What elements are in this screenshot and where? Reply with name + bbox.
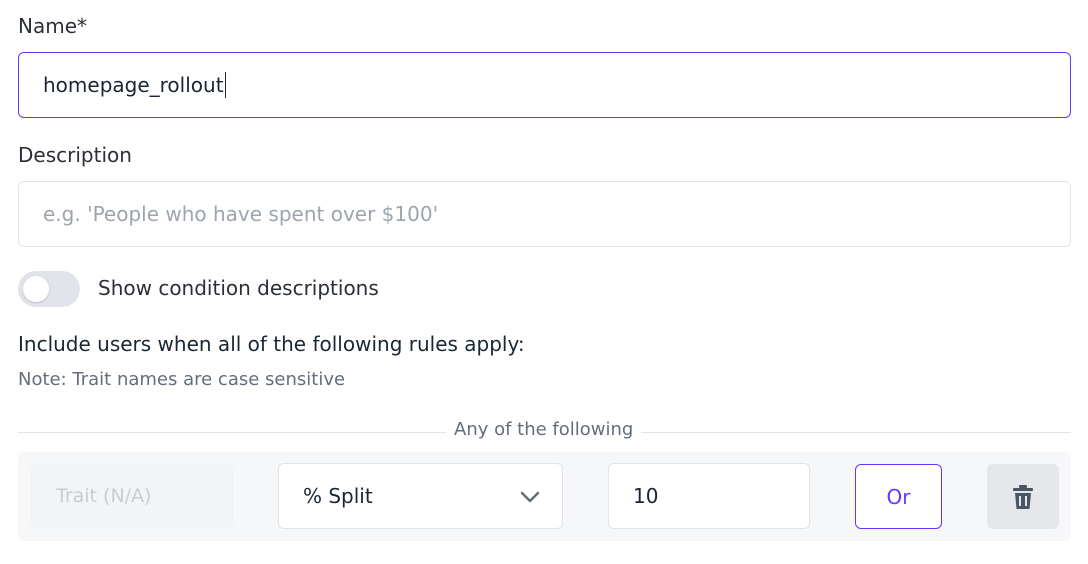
name-input[interactable]: homepage_rollout (18, 52, 1071, 118)
trait-input[interactable]: Trait (N/A) (31, 464, 233, 528)
name-label: Name* (18, 14, 88, 38)
or-button[interactable]: Or (855, 464, 942, 529)
toggle-label: Show condition descriptions (98, 276, 379, 300)
operator-select[interactable]: % Split (278, 463, 563, 529)
name-input-value: homepage_rollout (43, 73, 224, 97)
delete-rule-button[interactable] (987, 464, 1059, 529)
value-input[interactable]: 10 (608, 463, 810, 529)
description-placeholder: e.g. 'People who have spent over $100' (43, 202, 439, 226)
rules-title: Include users when all of the following … (18, 332, 525, 356)
description-input[interactable]: e.g. 'People who have spent over $100' (18, 181, 1071, 247)
text-caret (224, 72, 227, 98)
description-label: Description (18, 143, 132, 167)
condition-descriptions-toggle[interactable] (18, 271, 80, 307)
operator-value: % Split (303, 484, 373, 508)
group-label: Any of the following (446, 419, 642, 440)
chevron-down-icon (520, 491, 540, 503)
trash-icon (1013, 484, 1033, 509)
rules-note: Note: Trait names are case sensitive (18, 369, 346, 390)
trait-placeholder: Trait (N/A) (56, 485, 152, 507)
value-text: 10 (633, 484, 659, 508)
toggle-knob (23, 276, 49, 302)
